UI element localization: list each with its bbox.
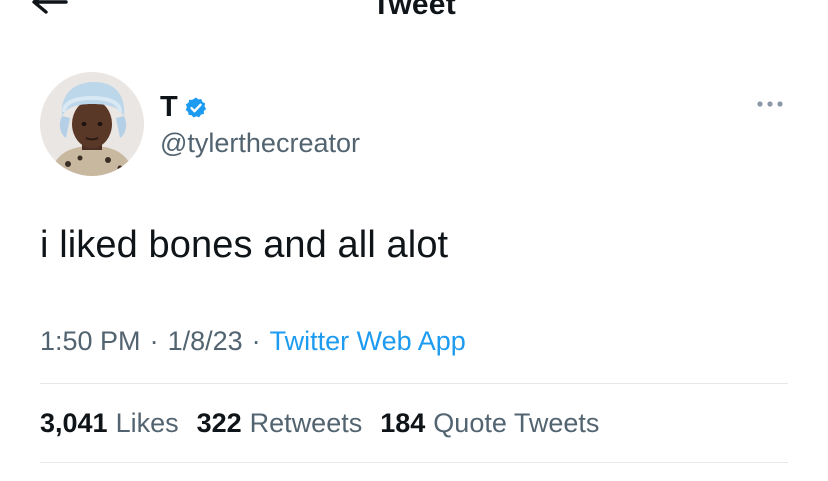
retweets-label: Retweets [249, 408, 363, 438]
avatar[interactable] [40, 72, 144, 176]
more-options-button[interactable] [752, 92, 788, 116]
quote-tweets-stat[interactable]: 184 Quote Tweets [380, 408, 599, 439]
divider [40, 462, 788, 463]
author-name-link[interactable]: T [160, 90, 208, 124]
divider [40, 383, 788, 384]
meta-separator: · [149, 326, 159, 356]
tweet-date[interactable]: 1/8/23 [168, 326, 243, 357]
author-name: T [160, 90, 178, 123]
retweets-count: 322 [196, 408, 242, 438]
likes-count: 3,041 [40, 408, 108, 438]
tweet-stats: 3,041 Likes 322 Retweets 184 Quote Tweet… [40, 408, 599, 439]
page-title: Tweet [372, 0, 456, 21]
author-handle[interactable]: @tylerthecreator [160, 128, 360, 159]
tweet-detail-page: Tweet T @tylerthecreator i liked bones a… [0, 0, 828, 481]
tweet-text: i liked bones and all alot [40, 224, 449, 266]
likes-label: Likes [115, 408, 179, 438]
tweet-source-link[interactable]: Twitter Web App [270, 326, 466, 357]
meta-separator: · [251, 326, 261, 356]
quote-tweets-label: Quote Tweets [433, 408, 600, 438]
tweet-meta: 1:50 PM · 1/8/23 · Twitter Web App [40, 326, 466, 357]
likes-stat[interactable]: 3,041 Likes [40, 408, 179, 439]
more-horizontal-icon [757, 101, 783, 107]
quote-tweets-count: 184 [380, 408, 426, 438]
retweets-stat[interactable]: 322 Retweets [197, 408, 363, 439]
tweet-time[interactable]: 1:50 PM [40, 326, 141, 357]
avatar-photo [40, 72, 144, 176]
verified-badge-icon [184, 96, 208, 120]
